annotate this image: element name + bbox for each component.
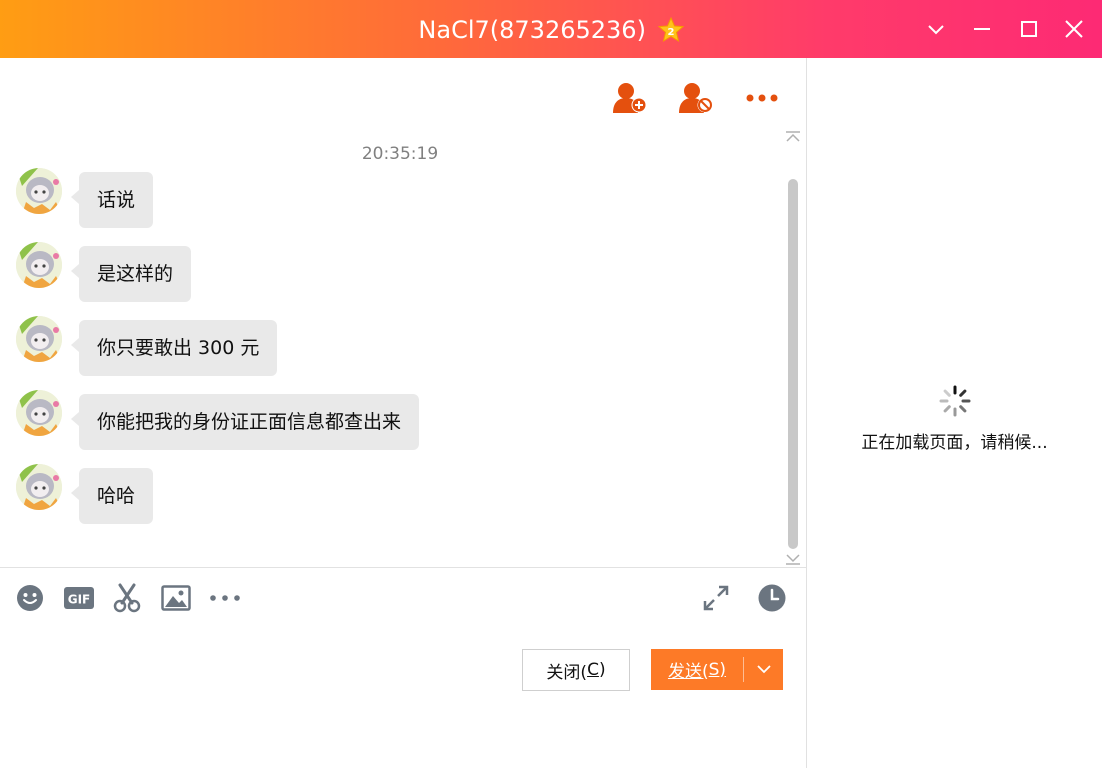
send-options-dropdown[interactable] <box>744 649 783 690</box>
screenshot-button[interactable] <box>111 582 143 614</box>
avatar[interactable] <box>16 242 62 288</box>
expand-input-button[interactable] <box>700 582 732 614</box>
minimize-icon <box>974 28 990 30</box>
add-friend-button[interactable] <box>610 80 650 116</box>
dropdown-button[interactable] <box>918 10 954 48</box>
svg-text:GIF: GIF <box>68 593 91 607</box>
add-friend-icon <box>613 83 647 113</box>
gif-button[interactable]: GIF <box>62 582 96 614</box>
message-bubble[interactable]: 哈哈 <box>70 468 154 524</box>
send-label-suffix: ) <box>719 659 727 680</box>
scroll-down-icon <box>786 554 800 565</box>
emoji-button[interactable] <box>14 582 46 614</box>
title-bar[interactable]: NaCl7(873265236) 2 <box>0 0 1102 58</box>
send-label: 发送( <box>667 662 709 682</box>
close-icon <box>1065 20 1083 38</box>
more-icon <box>210 595 240 601</box>
avatar[interactable] <box>16 168 62 214</box>
maximize-icon <box>1021 21 1037 37</box>
loading-spinner-icon <box>939 385 971 417</box>
image-icon <box>161 585 191 611</box>
message-history-button[interactable] <box>756 582 788 614</box>
block-user-button[interactable] <box>676 80 716 116</box>
contact-name: NaCl7(873265236) <box>418 16 646 44</box>
more-icon <box>746 94 778 102</box>
input-divider <box>0 567 806 568</box>
chat-panel: 20:35:19 话说 是这样的 你只要敢出 300 元 你能把我的身份证正面信… <box>0 58 807 768</box>
message-bubble[interactable]: 你只要敢出 300 元 <box>70 320 278 376</box>
close-shortcut-key: C <box>587 660 599 680</box>
close-window-button[interactable] <box>1056 10 1092 48</box>
close-chat-button[interactable]: 关闭(C) <box>522 649 630 691</box>
scroll-down-button[interactable] <box>785 550 801 565</box>
send-button[interactable]: 发送(S) <box>651 649 783 690</box>
more-tools-button[interactable] <box>209 582 241 614</box>
close-label-suffix: ) <box>598 660 606 680</box>
send-label-area[interactable]: 发送(S) <box>651 649 743 690</box>
chevron-down-icon <box>756 665 771 674</box>
expand-icon <box>703 585 729 611</box>
scroll-up-button[interactable] <box>785 128 801 142</box>
scroll-up-icon <box>786 131 800 142</box>
more-options-button[interactable] <box>742 80 782 116</box>
send-shortcut-key: S <box>708 659 720 680</box>
message-bubble[interactable]: 话说 <box>70 172 154 228</box>
chevron-down-icon <box>928 25 944 35</box>
vip-level: 2 <box>667 27 674 38</box>
input-toolbar: GIF <box>14 582 794 616</box>
block-user-icon <box>679 83 713 113</box>
history-clock-icon <box>758 584 786 612</box>
image-button[interactable] <box>160 582 192 614</box>
vip-star-icon[interactable]: 2 <box>657 16 684 43</box>
scissors-icon <box>113 583 141 613</box>
avatar[interactable] <box>16 316 62 362</box>
message-bubble[interactable]: 你能把我的身份证正面信息都查出来 <box>70 394 420 450</box>
avatar[interactable] <box>16 390 62 436</box>
message-timestamp: 20:35:19 <box>361 144 439 164</box>
message-bubble[interactable]: 是这样的 <box>70 246 192 302</box>
gif-icon: GIF <box>64 587 94 609</box>
avatar[interactable] <box>16 464 62 510</box>
loading-text: 正在加载页面，请稍候... <box>861 433 1048 453</box>
chat-header-actions <box>610 80 782 116</box>
close-label: 关闭( <box>546 662 588 683</box>
emoji-icon <box>17 585 43 611</box>
scrollbar-thumb[interactable] <box>788 179 798 549</box>
minimize-button[interactable] <box>964 10 1000 48</box>
maximize-button[interactable] <box>1011 10 1047 48</box>
